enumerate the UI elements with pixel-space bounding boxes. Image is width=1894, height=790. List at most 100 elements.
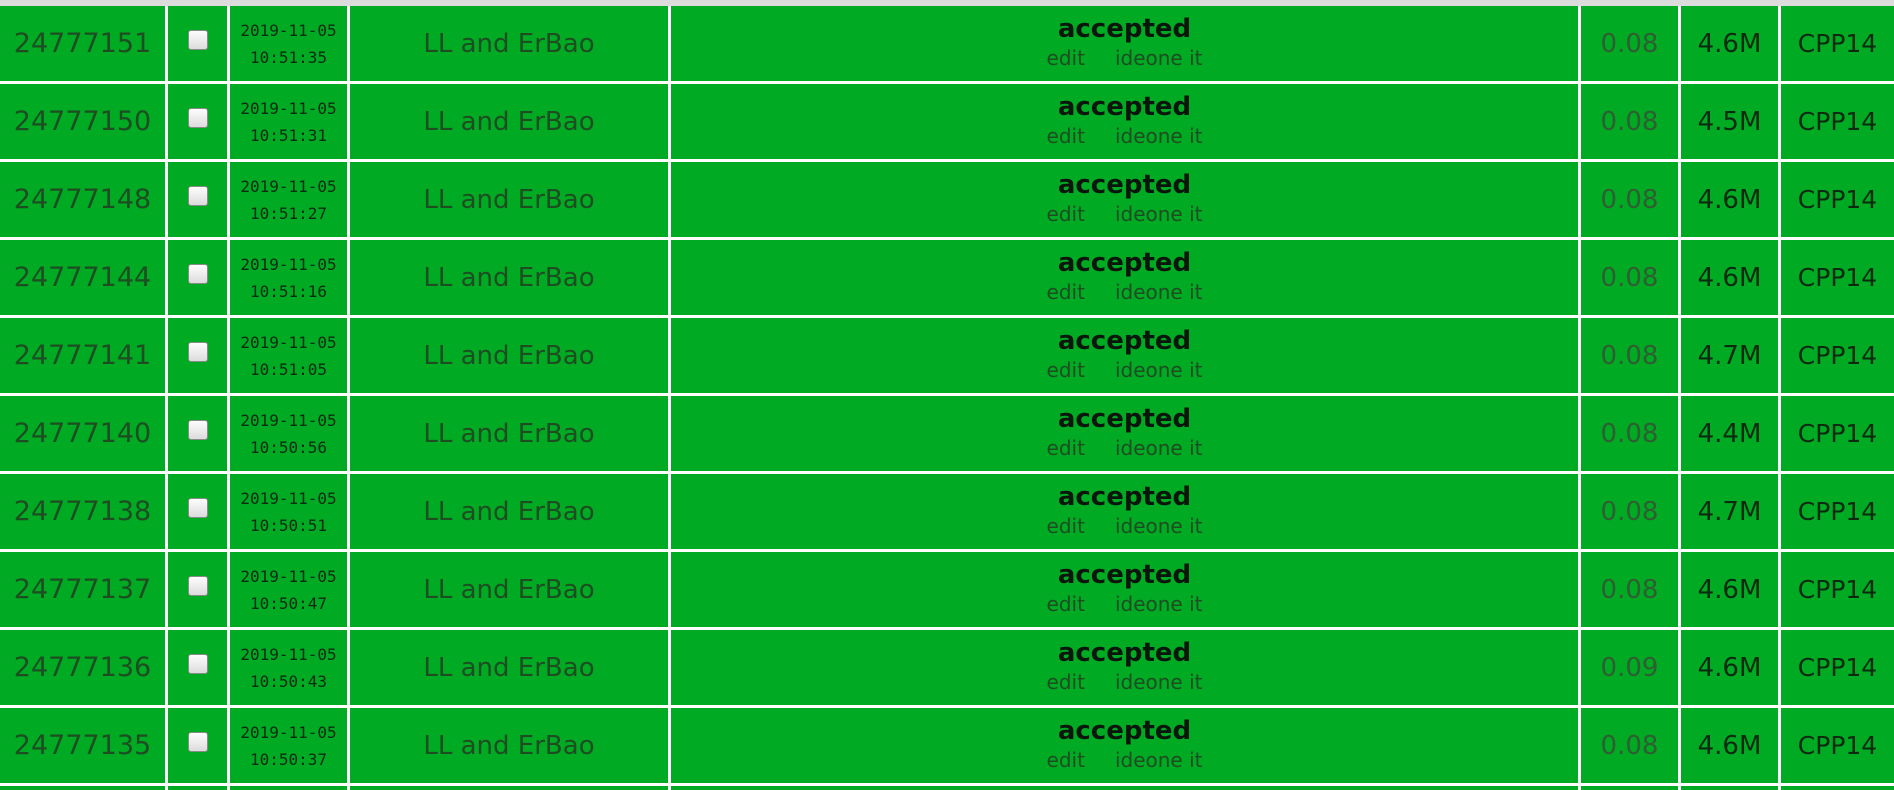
user-link[interactable]: LL and ErBao (423, 653, 594, 683)
user-link[interactable]: LL and ErBao (423, 731, 594, 761)
user-link[interactable]: LL and ErBao (423, 29, 594, 59)
user-link[interactable]: LL and ErBao (423, 185, 594, 215)
checkbox-icon[interactable] (187, 731, 208, 752)
exec-time: 0.08 (1600, 340, 1659, 371)
memory-cell: 4.6M (1681, 6, 1778, 81)
checkbox-icon[interactable] (187, 497, 208, 518)
ideone-link[interactable]: ideone it (1115, 123, 1203, 149)
checkbox-icon[interactable] (187, 263, 208, 284)
submitted-at-cell: 2019-11-05 10:50:51 (230, 474, 347, 549)
submission-id-cell: 24777135 (0, 708, 165, 783)
submitted-time: 10:51:16 (249, 281, 328, 301)
memory-cell: 4.4M (1681, 396, 1778, 471)
edit-link[interactable]: edit (1047, 279, 1085, 305)
language: CPP14 (1797, 575, 1878, 604)
table-row-partial (0, 786, 1894, 790)
submission-id-cell: 24777138 (0, 474, 165, 549)
language: CPP14 (1797, 497, 1878, 526)
exec-time: 0.08 (1600, 496, 1659, 527)
ideone-link[interactable]: ideone it (1115, 435, 1203, 461)
exec-time: 0.08 (1600, 730, 1659, 761)
table-row: 24777140 2019-11-05 10:50:56 LL and ErBao ac… (0, 396, 1894, 471)
submission-id: 24777137 (13, 574, 152, 605)
verdict-status: accepted (1057, 13, 1192, 44)
exec-time-cell: 0.08 (1581, 552, 1678, 627)
verdict-status: accepted (1057, 247, 1192, 278)
checkbox-icon[interactable] (187, 107, 208, 128)
edit-link[interactable]: edit (1047, 747, 1085, 773)
submitted-date: 2019-11-05 (240, 176, 337, 196)
partial-cell (671, 786, 1578, 790)
ideone-link[interactable]: ideone it (1115, 279, 1203, 305)
language-cell: CPP14 (1781, 396, 1894, 471)
submission-id-cell: 24777150 (0, 84, 165, 159)
table-row: 24777144 2019-11-05 10:51:16 LL and ErBao ac… (0, 240, 1894, 315)
edit-link[interactable]: edit (1047, 45, 1085, 71)
user-link[interactable]: LL and ErBao (423, 107, 594, 137)
edit-link[interactable]: edit (1047, 201, 1085, 227)
language: CPP14 (1797, 653, 1878, 682)
checkbox-icon[interactable] (187, 419, 208, 440)
submitted-at-cell: 2019-11-05 10:50:43 (230, 630, 347, 705)
checkbox-icon[interactable] (187, 575, 208, 596)
edit-link[interactable]: edit (1047, 513, 1085, 539)
language: CPP14 (1797, 263, 1878, 292)
verdict-status: accepted (1057, 91, 1192, 122)
memory-cell: 4.6M (1681, 708, 1778, 783)
submitted-time: 10:51:27 (249, 203, 328, 223)
edit-link[interactable]: edit (1047, 591, 1085, 617)
checkbox-icon[interactable] (187, 341, 208, 362)
verdict-cell: accepted edit ideone it (671, 6, 1578, 81)
submission-id: 24777148 (13, 184, 152, 215)
user-link[interactable]: LL and ErBao (423, 263, 594, 293)
user-link[interactable]: LL and ErBao (423, 575, 594, 605)
submitted-date: 2019-11-05 (240, 332, 337, 352)
memory-cell: 4.7M (1681, 474, 1778, 549)
table-row: 24777137 2019-11-05 10:50:47 LL and ErBao ac… (0, 552, 1894, 627)
user-cell: LL and ErBao (350, 84, 668, 159)
ideone-link[interactable]: ideone it (1115, 669, 1203, 695)
ideone-link[interactable]: ideone it (1115, 747, 1203, 773)
submission-id: 24777140 (13, 418, 152, 449)
checkbox-icon[interactable] (187, 185, 208, 206)
ideone-link[interactable]: ideone it (1115, 45, 1203, 71)
user-link[interactable]: LL and ErBao (423, 419, 594, 449)
language-cell: CPP14 (1781, 630, 1894, 705)
ideone-link[interactable]: ideone it (1115, 201, 1203, 227)
language-cell: CPP14 (1781, 708, 1894, 783)
exec-time: 0.08 (1600, 418, 1659, 449)
exec-time: 0.08 (1600, 262, 1659, 293)
submitted-time: 10:51:35 (249, 47, 328, 67)
submitted-at-cell: 2019-11-05 10:51:27 (230, 162, 347, 237)
checkbox-icon[interactable] (187, 29, 208, 50)
submission-id: 24777141 (13, 340, 152, 371)
edit-link[interactable]: edit (1047, 435, 1085, 461)
verdict-cell: accepted edit ideone it (671, 708, 1578, 783)
table-row: 24777135 2019-11-05 10:50:37 LL and ErBao ac… (0, 708, 1894, 783)
submission-id: 24777135 (13, 730, 152, 761)
exec-time: 0.08 (1600, 574, 1659, 605)
ideone-link[interactable]: ideone it (1115, 357, 1203, 383)
select-cell (168, 552, 227, 627)
memory-cell: 4.5M (1681, 84, 1778, 159)
edit-link[interactable]: edit (1047, 669, 1085, 695)
language: CPP14 (1797, 107, 1878, 136)
user-link[interactable]: LL and ErBao (423, 341, 594, 371)
checkbox-icon[interactable] (187, 653, 208, 674)
language: CPP14 (1797, 185, 1878, 214)
select-cell (168, 708, 227, 783)
user-link[interactable]: LL and ErBao (423, 497, 594, 527)
submitted-at-cell: 2019-11-05 10:51:16 (230, 240, 347, 315)
select-cell (168, 6, 227, 81)
ideone-link[interactable]: ideone it (1115, 513, 1203, 539)
exec-time-cell: 0.08 (1581, 708, 1678, 783)
edit-link[interactable]: edit (1047, 357, 1085, 383)
memory-usage: 4.6M (1697, 730, 1762, 761)
submitted-at-cell: 2019-11-05 10:50:47 (230, 552, 347, 627)
language: CPP14 (1797, 341, 1878, 370)
ideone-link[interactable]: ideone it (1115, 591, 1203, 617)
exec-time-cell: 0.08 (1581, 84, 1678, 159)
edit-link[interactable]: edit (1047, 123, 1085, 149)
submission-id: 24777151 (13, 28, 152, 59)
partial-cell (350, 786, 668, 790)
